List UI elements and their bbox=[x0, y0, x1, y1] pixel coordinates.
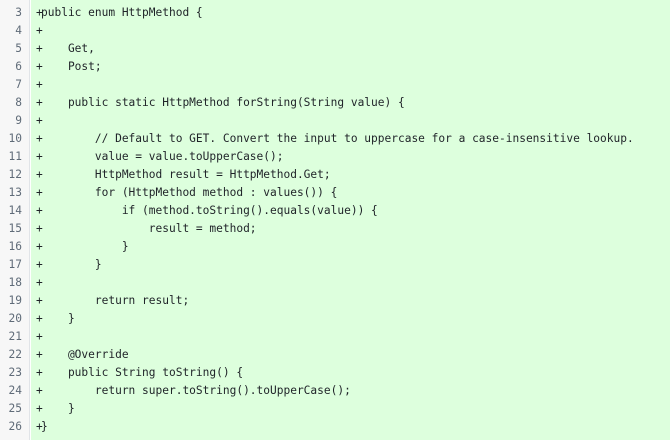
diff-line: 10 + // Default to GET. Convert the inpu… bbox=[0, 129, 670, 147]
diff-line: 9 + bbox=[0, 111, 670, 129]
line-number: 19 bbox=[8, 293, 22, 307]
line-number: 16 bbox=[8, 239, 22, 253]
line-number: 5 bbox=[15, 41, 22, 55]
line-number: 26 bbox=[8, 419, 22, 433]
diff-lines: 3 + public enum HttpMethod { 4 + 5 + Get… bbox=[0, 3, 670, 435]
code-text: } bbox=[41, 401, 75, 415]
line-number: 15 bbox=[8, 221, 22, 235]
line-number: 4 bbox=[15, 23, 22, 37]
diff-line: 19 + return result; bbox=[0, 291, 670, 309]
line-number: 11 bbox=[8, 149, 22, 163]
code-text: for (HttpMethod method : values()) { bbox=[41, 185, 338, 199]
code-text: public enum HttpMethod { bbox=[41, 5, 203, 19]
code-text: } bbox=[41, 419, 48, 433]
diff-line: 4 + bbox=[0, 21, 670, 39]
diff-line: 3 + public enum HttpMethod { bbox=[0, 3, 670, 21]
diff-line: 26 + } bbox=[0, 417, 670, 435]
line-number: 22 bbox=[8, 347, 22, 361]
diff-line: 12 + HttpMethod result = HttpMethod.Get; bbox=[0, 165, 670, 183]
code-text: // Default to GET. Convert the input to … bbox=[41, 131, 634, 145]
line-number: 18 bbox=[8, 275, 22, 289]
code-text: HttpMethod result = HttpMethod.Get; bbox=[41, 167, 331, 181]
code-text: @Override bbox=[41, 347, 129, 361]
line-number: 20 bbox=[8, 311, 22, 325]
code-text: result = method; bbox=[41, 221, 257, 235]
added-marker: + bbox=[36, 275, 43, 289]
line-number: 7 bbox=[15, 77, 22, 91]
diff-line: 23 + public String toString() { bbox=[0, 363, 670, 381]
line-number: 23 bbox=[8, 365, 22, 379]
code-text: } bbox=[41, 257, 102, 271]
added-marker: + bbox=[36, 329, 43, 343]
code-text: Post; bbox=[41, 59, 102, 73]
diff-line: 8 + public static HttpMethod forString(S… bbox=[0, 93, 670, 111]
diff-line: 14 + if (method.toString().equals(value)… bbox=[0, 201, 670, 219]
line-number: 24 bbox=[8, 383, 22, 397]
line-number: 14 bbox=[8, 203, 22, 217]
code-text: } bbox=[41, 311, 75, 325]
code-text: Get, bbox=[41, 41, 95, 55]
diff-line: 11 + value = value.toUpperCase(); bbox=[0, 147, 670, 165]
line-number: 12 bbox=[8, 167, 22, 181]
line-number: 13 bbox=[8, 185, 22, 199]
diff-line: 16 + } bbox=[0, 237, 670, 255]
line-number: 8 bbox=[15, 95, 22, 109]
diff-line: 6 + Post; bbox=[0, 57, 670, 75]
line-number: 25 bbox=[8, 401, 22, 415]
added-marker: + bbox=[36, 113, 43, 127]
line-number: 3 bbox=[15, 5, 22, 19]
diff-line: 13 + for (HttpMethod method : values()) … bbox=[0, 183, 670, 201]
code-text: } bbox=[41, 239, 129, 253]
line-number: 6 bbox=[15, 59, 22, 73]
diff-line: 18 + bbox=[0, 273, 670, 291]
diff-line: 25 + } bbox=[0, 399, 670, 417]
diff-view: 3 + public enum HttpMethod { 4 + 5 + Get… bbox=[0, 0, 670, 440]
line-number: 21 bbox=[8, 329, 22, 343]
line-number: 10 bbox=[8, 131, 22, 145]
diff-line: 20 + } bbox=[0, 309, 670, 327]
diff-line: 15 + result = method; bbox=[0, 219, 670, 237]
code-text: if (method.toString().equals(value)) { bbox=[41, 203, 378, 217]
diff-line: 17 + } bbox=[0, 255, 670, 273]
code-text: public String toString() { bbox=[41, 365, 244, 379]
code-text: public static HttpMethod forString(Strin… bbox=[41, 95, 405, 109]
code-text: value = value.toUpperCase(); bbox=[41, 149, 284, 163]
code-text: return result; bbox=[41, 293, 190, 307]
diff-line: 5 + Get, bbox=[0, 39, 670, 57]
diff-line: 22 + @Override bbox=[0, 345, 670, 363]
diff-line: 21 + bbox=[0, 327, 670, 345]
added-marker: + bbox=[36, 77, 43, 91]
line-number: 17 bbox=[8, 257, 22, 271]
diff-line: 24 + return super.toString().toUpperCase… bbox=[0, 381, 670, 399]
added-marker: + bbox=[36, 23, 43, 37]
code-text: return super.toString().toUpperCase(); bbox=[41, 383, 351, 397]
diff-line: 7 + bbox=[0, 75, 670, 93]
line-number: 9 bbox=[15, 113, 22, 127]
